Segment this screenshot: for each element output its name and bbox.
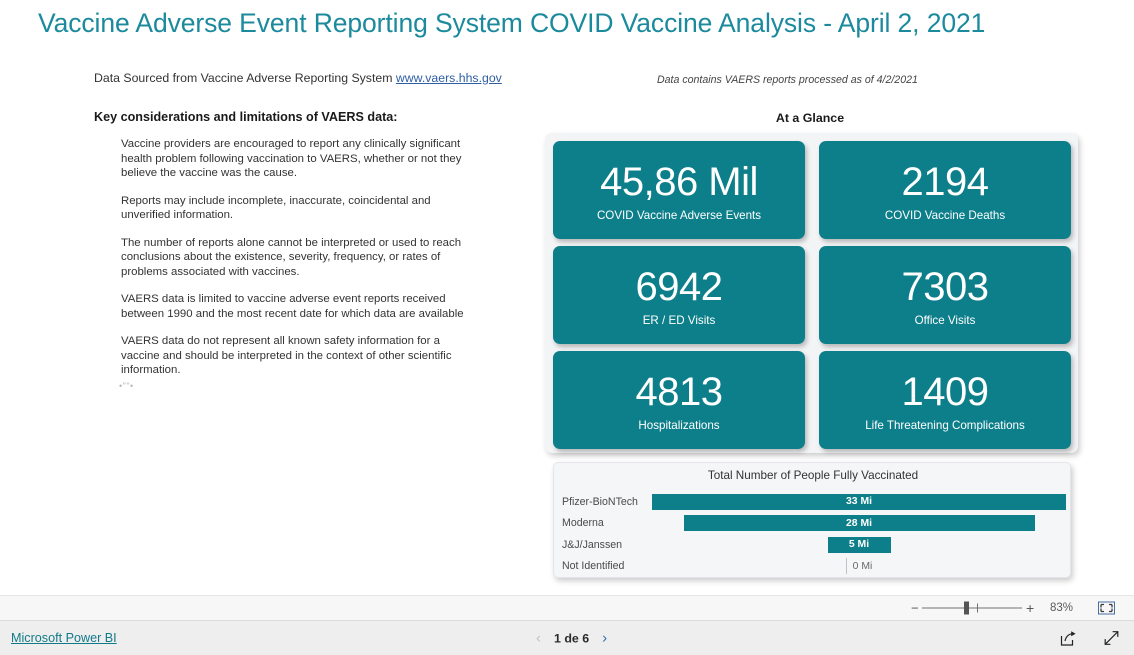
kpi-label: ER / ED Visits (642, 313, 716, 327)
chart-rows: Pfizer-BioNTech 33 Mi Moderna 28 Mi J&J/Jans… (554, 491, 1072, 577)
chart-bar-value-label: 28 Mi (846, 517, 872, 529)
chart-plot-area: 0 Mi (652, 556, 1066, 578)
chart-category-label: J&J/Janssen (562, 538, 623, 551)
consideration-paragraph: Vaccine providers are encouraged to repo… (121, 138, 462, 179)
chart-bar-value-label: 0 Mi (852, 560, 873, 572)
powerbi-report-viewer: Vaccine Adverse Event Reporting System C… (0, 0, 1134, 655)
kpi-value: 2194 (901, 159, 989, 204)
chart-title: Total Number of People Fully Vaccinated (707, 469, 919, 482)
report-footer: Microsoft Power BI ‹ 1 de 6 › (0, 621, 1134, 655)
chart-bar[interactable]: 5 Mi (827, 536, 891, 553)
chart-bar[interactable]: 33 Mi (652, 493, 1066, 510)
zoom-slider-thumb[interactable] (964, 601, 969, 615)
consideration-paragraph: Reports may include incomplete, inaccura… (121, 194, 431, 222)
at-a-glance-heading: At a Glance (775, 111, 845, 125)
kpi-value: 4813 (635, 369, 723, 414)
kpi-value: 45,86 Mil (600, 159, 758, 204)
kpi-value: 7303 (901, 264, 989, 309)
considerations-body: Vaccine providers are encouraged to repo… (121, 137, 477, 391)
data-source-line: Data Sourced from Vaccine Adverse Report… (94, 71, 502, 85)
fully-vaccinated-bar-chart[interactable]: Total Number of People Fully Vaccinated … (553, 462, 1071, 578)
kpi-label: Hospitalizations (638, 418, 720, 432)
chart-plot-area: 5 Mi (652, 534, 1066, 556)
chart-category-label: Not Identified (562, 560, 625, 573)
kpi-value: 6942 (635, 264, 723, 309)
chart-category-label: Moderna (562, 517, 604, 530)
fit-to-page-icon[interactable] (1098, 601, 1115, 615)
page-title: Vaccine Adverse Event Reporting System C… (38, 8, 986, 38)
chart-bar-value-label: 33 Mi (846, 496, 872, 508)
zoom-in-button[interactable]: + (1026, 600, 1034, 616)
chart-zero-tick (845, 558, 847, 575)
kpi-card-er-ed-visits[interactable]: 6942 ER / ED Visits (553, 246, 805, 344)
kpi-card-adverse-events[interactable]: 45,86 Mil COVID Vaccine Adverse Events (553, 141, 805, 239)
kpi-label: Office Visits (914, 313, 976, 327)
chart-bar-value-label: 5 Mi (848, 539, 870, 551)
kpi-card-hospitalizations[interactable]: 4813 Hospitalizations (553, 351, 805, 449)
kpi-card-deaths[interactable]: 2194 COVID Vaccine Deaths (819, 141, 1071, 239)
chart-row[interactable]: Pfizer-BioNTech 33 Mi (554, 491, 1072, 513)
page-indicator-label: 1 de 6 (554, 631, 590, 645)
fullscreen-icon[interactable] (1103, 630, 1120, 647)
chart-bar[interactable]: 28 Mi (683, 515, 1035, 532)
kpi-label: Life Threatening Complications (865, 418, 1025, 432)
chart-row[interactable]: Moderna 28 Mi (554, 513, 1072, 535)
kpi-card-life-threatening[interactable]: 1409 Life Threatening Complications (819, 351, 1071, 449)
kpi-card-office-visits[interactable]: 7303 Office Visits (819, 246, 1071, 344)
kpi-label: COVID Vaccine Adverse Events (596, 208, 762, 222)
kpi-label: COVID Vaccine Deaths (884, 208, 1006, 222)
zoom-percent-label: 83% (1050, 602, 1074, 614)
report-canvas: Vaccine Adverse Event Reporting System C… (0, 0, 1134, 595)
power-bi-brand-link[interactable]: Microsoft Power BI (11, 631, 117, 645)
consideration-paragraph: VAERS data is limited to vaccine adverse… (121, 293, 464, 320)
chart-row[interactable]: J&J/Janssen 5 Mi (554, 534, 1072, 556)
chart-category-label: Pfizer-BioNTech (562, 495, 638, 508)
processed-date-note: Data contains VAERS reports processed as… (657, 74, 918, 86)
chart-plot-area: 33 Mi (652, 491, 1066, 513)
zoom-slider[interactable] (922, 601, 1022, 615)
considerations-heading: Key considerations and limitations of VA… (94, 110, 398, 124)
chevron-right-icon[interactable]: › (602, 630, 607, 647)
page-navigator: ‹ 1 de 6 › (536, 630, 607, 647)
chart-zero-marker: 0 Mi (845, 558, 873, 575)
kpi-card-grid: 45,86 Mil COVID Vaccine Adverse Events 2… (553, 141, 1071, 449)
zoom-out-button[interactable]: − (911, 601, 919, 616)
chevron-left-icon[interactable]: ‹ (536, 630, 541, 647)
kpi-value: 1409 (901, 369, 989, 414)
chart-row[interactable]: Not Identified 0 Mi (554, 556, 1072, 578)
zoom-slider-tick (977, 603, 978, 613)
zoom-toolbar: − + 83% (0, 595, 1134, 621)
text-artifact: •""• (119, 381, 134, 391)
consideration-paragraph: The number of reports alone cannot be in… (121, 236, 462, 278)
share-icon[interactable] (1060, 630, 1077, 646)
consideration-paragraph: VAERS data do not represent all known sa… (121, 335, 452, 376)
chart-plot-area: 28 Mi (652, 513, 1066, 535)
data-source-text: Data Sourced from Vaccine Adverse Report… (94, 71, 396, 85)
footer-actions (1060, 630, 1120, 647)
vaers-website-link[interactable]: www.vaers.hhs.gov (396, 71, 502, 85)
